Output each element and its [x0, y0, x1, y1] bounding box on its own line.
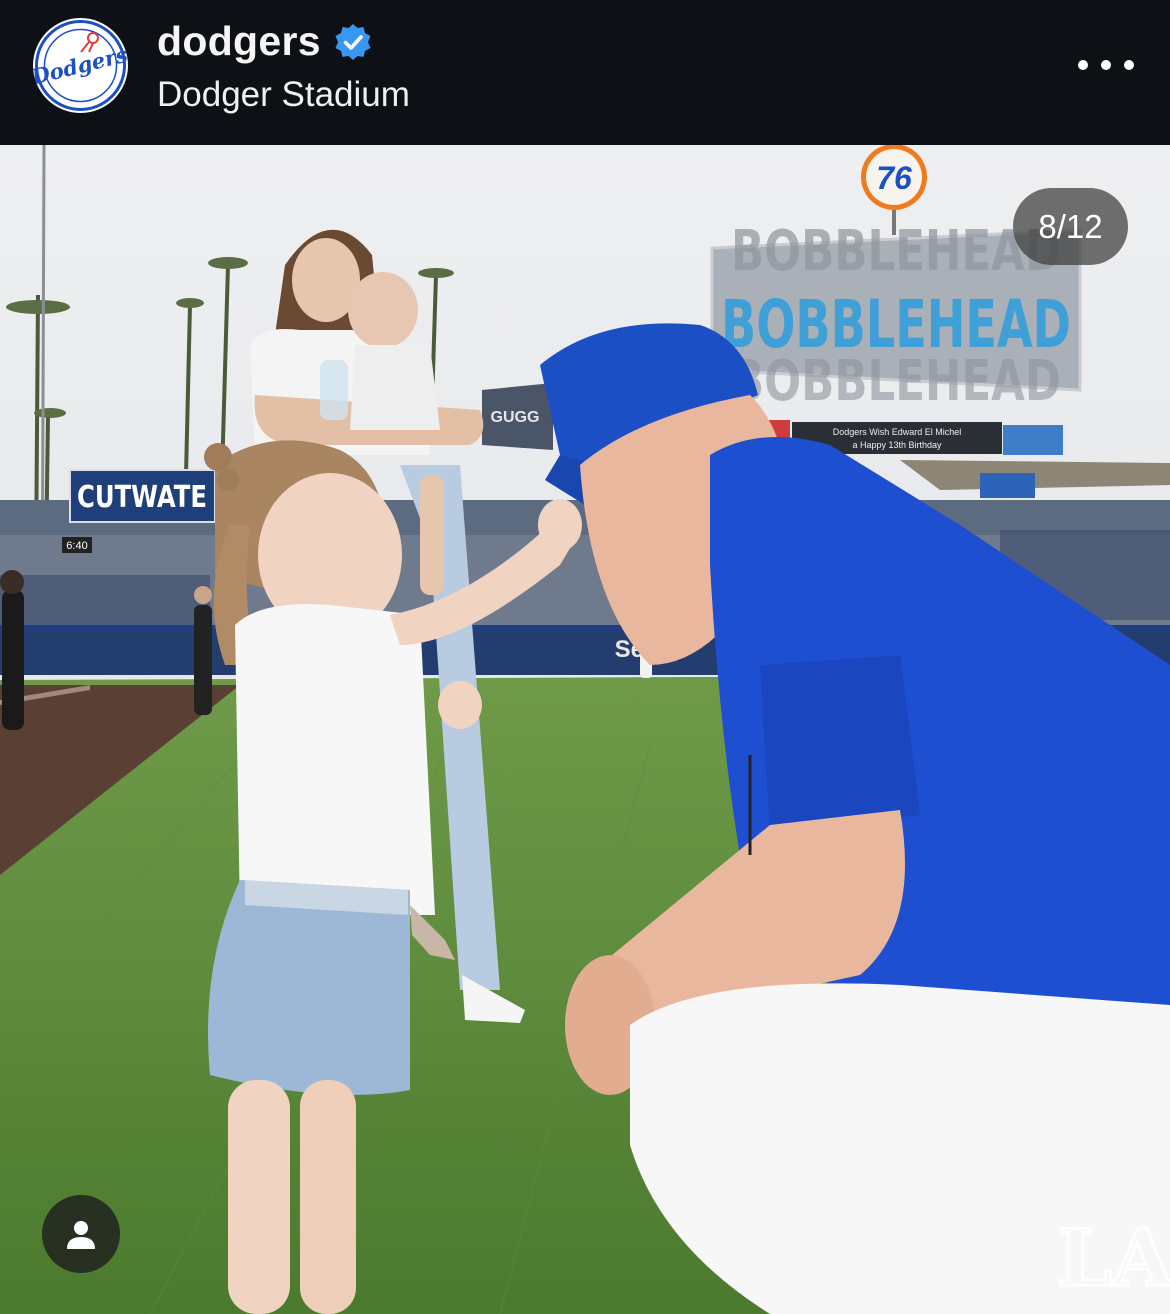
verified-badge-icon	[335, 23, 371, 60]
svg-text:BOBBLEHEAD: BOBBLEHEAD	[731, 219, 1061, 284]
profile-avatar[interactable]: Dodgers	[33, 18, 128, 113]
person-icon	[67, 1221, 95, 1249]
username[interactable]: dodgers	[157, 18, 321, 65]
tagged-people-button[interactable]	[42, 1195, 120, 1273]
more-dot-icon	[1101, 60, 1111, 70]
carousel-counter: 8/12	[1013, 188, 1128, 265]
sign-76-text: 76	[876, 160, 912, 196]
svg-text:BOBBLEHEAD: BOBBLEHEAD	[731, 349, 1061, 414]
post-location[interactable]: Dodger Stadium	[157, 75, 410, 115]
post-photo: 76 BOBBLEHEAD BOBBLEHEAD BOBBLEHEAD Dodg…	[0, 145, 1170, 1314]
svg-text:Dodgers Wish Edward El Michel: Dodgers Wish Edward El Michel	[833, 427, 962, 437]
post-media[interactable]: 76 BOBBLEHEAD BOBBLEHEAD BOBBLEHEAD Dodg…	[0, 145, 1170, 1314]
more-dot-icon	[1078, 60, 1088, 70]
svg-text:GUGG: GUGG	[491, 409, 540, 426]
la-watermark-icon: LA	[1056, 1212, 1170, 1306]
more-options-button[interactable]	[1078, 50, 1134, 80]
svg-text:a Happy 13th Birthday: a Happy 13th Birthday	[852, 440, 942, 450]
dodgers-logo-icon: Dodgers	[33, 20, 128, 111]
svg-text:CUTWATE: CUTWATE	[77, 480, 207, 515]
svg-text:6:40: 6:40	[66, 540, 87, 552]
svg-text:LA: LA	[1057, 1213, 1170, 1304]
post-header: Dodgers dodgers Dodger Stadium	[0, 0, 1170, 145]
more-dot-icon	[1124, 60, 1134, 70]
